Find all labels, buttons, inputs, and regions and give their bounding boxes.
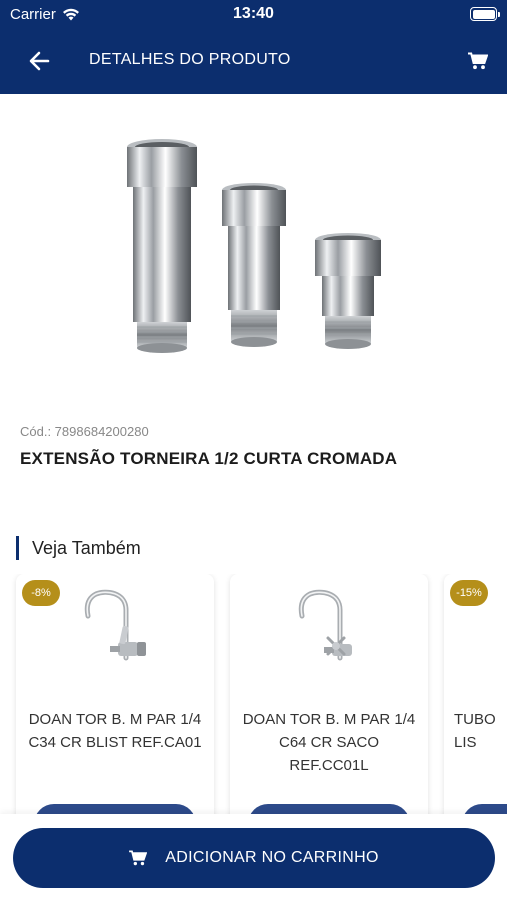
- section-accent-bar: [16, 536, 19, 560]
- bottom-action-bar: ADICIONAR NO CARRINHO: [0, 814, 507, 900]
- product-name: EXTENSÃO TORNEIRA 1/2 CURTA CROMADA: [20, 449, 398, 468]
- product-card-name: TUBO LIS: [454, 711, 496, 751]
- related-section-title: Veja Também: [32, 537, 141, 558]
- status-time: 13:40: [233, 5, 274, 22]
- nav-bar: DETALHES DO PRODUTO: [0, 40, 507, 80]
- product-card[interactable]: DOAN TOR B. M PAR 1/4 C64 CR SACO REF.CC…: [230, 574, 428, 824]
- faucet-image: [298, 589, 352, 661]
- add-to-cart-button[interactable]: ADICIONAR NO CARRINHO: [13, 828, 495, 888]
- product-card-name: DOAN TOR B. M PAR 1/4 C64 CR SACO REF.CC…: [242, 711, 416, 774]
- cart-icon: [129, 850, 148, 866]
- product-card[interactable]: -8% DOAN TOR B. M PAR 1/4 C34 CR BLIST R…: [16, 574, 214, 824]
- product-code: Cód.: 7898684200280: [20, 424, 149, 439]
- discount-badge: -15%: [450, 580, 488, 606]
- discount-badge: -8%: [22, 580, 60, 606]
- app-header: Carrier 13:40 DETALHES DO PRODUTO: [0, 0, 507, 94]
- related-products-carousel[interactable]: -8% DOAN TOR B. M PAR 1/4 C34 CR BLIST R…: [0, 574, 507, 824]
- status-bar: Carrier 13:40: [0, 0, 507, 28]
- page-title: DETALHES DO PRODUTO: [89, 51, 291, 68]
- add-to-cart-label: ADICIONAR NO CARRINHO: [165, 849, 379, 866]
- arrow-left-icon: [29, 51, 50, 71]
- cart-button[interactable]: [463, 46, 493, 76]
- product-card[interactable]: -15% TUBO LIS: [444, 574, 507, 824]
- battery-icon: [470, 7, 500, 21]
- product-image: [127, 139, 381, 353]
- faucet-image: [84, 589, 146, 661]
- cart-icon: [468, 52, 488, 70]
- related-section-header: Veja Também: [16, 536, 141, 560]
- back-button[interactable]: [22, 46, 56, 76]
- product-card-name: DOAN TOR B. M PAR 1/4 C34 CR BLIST REF.C…: [28, 711, 202, 751]
